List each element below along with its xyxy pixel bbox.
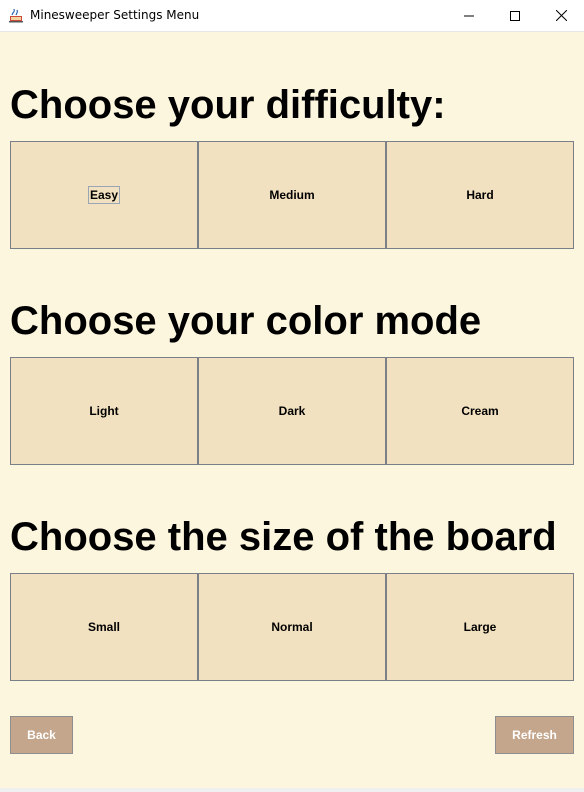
size-normal-button[interactable]: Normal (198, 573, 386, 681)
color-cream-button[interactable]: Cream (386, 357, 574, 465)
board-size-heading: Choose the size of the board (10, 515, 557, 559)
color-mode-options: Light Dark Cream (10, 357, 574, 465)
difficulty-medium-label: Medium (269, 188, 315, 202)
board-size-options: Small Normal Large (10, 573, 574, 681)
back-button[interactable]: Back (10, 716, 73, 754)
difficulty-options: Easy Medium Hard (10, 141, 574, 249)
size-normal-label: Normal (271, 620, 313, 634)
color-light-button[interactable]: Light (10, 357, 198, 465)
minimize-icon (464, 15, 474, 16)
refresh-button[interactable]: Refresh (495, 716, 574, 754)
difficulty-easy-label: Easy (87, 186, 121, 204)
window-bottom-edge (0, 788, 584, 792)
minimize-button[interactable] (446, 0, 492, 31)
size-small-button[interactable]: Small (10, 573, 198, 681)
difficulty-easy-button[interactable]: Easy (10, 141, 198, 249)
maximize-icon (510, 10, 520, 21)
close-icon (555, 10, 567, 21)
color-dark-button[interactable]: Dark (198, 357, 386, 465)
difficulty-heading: Choose your difficulty: (10, 83, 446, 127)
size-large-button[interactable]: Large (386, 573, 574, 681)
size-small-label: Small (87, 620, 120, 634)
difficulty-medium-button[interactable]: Medium (198, 141, 386, 249)
color-mode-heading: Choose your color mode (10, 299, 482, 343)
size-large-label: Large (463, 620, 497, 634)
difficulty-hard-button[interactable]: Hard (386, 141, 574, 249)
color-dark-label: Dark (278, 404, 306, 418)
color-cream-label: Cream (461, 404, 499, 418)
window-title: Minesweeper Settings Menu (30, 8, 200, 22)
difficulty-hard-label: Hard (466, 188, 494, 202)
close-button[interactable] (538, 0, 584, 31)
maximize-button[interactable] (492, 0, 538, 31)
java-app-icon (8, 7, 24, 23)
color-light-label: Light (89, 404, 119, 418)
settings-window: Minesweeper Settings Menu Choose your di… (0, 0, 584, 792)
title-bar[interactable]: Minesweeper Settings Menu (0, 0, 584, 32)
